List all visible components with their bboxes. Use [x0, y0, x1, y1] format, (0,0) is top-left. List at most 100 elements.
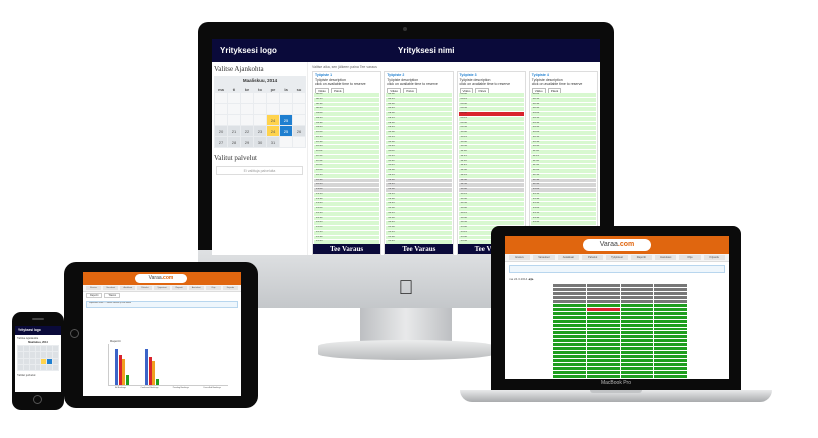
nav-item[interactable]: Raportit — [630, 255, 652, 260]
ipad-tab[interactable]: Tilastot — [104, 293, 120, 298]
time-slot[interactable]: 08:00 — [530, 93, 596, 97]
time-slot[interactable]: 08:45 — [314, 107, 380, 111]
time-slot[interactable]: 13:00 — [458, 188, 524, 192]
calendar-day[interactable]: 25 — [280, 115, 292, 125]
time-slot[interactable]: 12:00 — [386, 169, 452, 173]
table-cell[interactable] — [586, 319, 620, 323]
time-slot[interactable]: 11:15 — [386, 154, 452, 159]
time-slot[interactable]: 08:00 — [458, 93, 524, 97]
table-cell[interactable] — [586, 347, 620, 351]
ipad-nav-item[interactable]: Asetukset — [188, 286, 204, 290]
ipad-nav-item[interactable]: Raportit — [171, 286, 187, 290]
iphone-calendar-day[interactable] — [41, 352, 47, 358]
time-slot[interactable]: 11:15 — [530, 154, 596, 159]
time-slot[interactable]: 10:45 — [530, 145, 596, 149]
calendar-day[interactable]: 24 — [267, 115, 279, 125]
iphone-calendar-day[interactable] — [23, 358, 29, 364]
time-slot[interactable]: 12:45 — [530, 183, 596, 187]
table-cell[interactable] — [654, 339, 687, 343]
time-slot[interactable]: 12:00 — [458, 169, 524, 173]
time-slot[interactable]: 11:45 — [386, 164, 452, 168]
time-slot[interactable]: 15:00 — [386, 226, 452, 230]
time-slot[interactable]: 11:00 — [458, 150, 524, 154]
time-slot[interactable]: 10:30 — [314, 140, 380, 145]
table-cell[interactable] — [654, 335, 687, 339]
iphone-calendar-day[interactable] — [47, 364, 53, 370]
time-slot[interactable]: 15:00 — [314, 226, 380, 230]
calendar-day[interactable]: 25 — [280, 126, 292, 136]
time-slot[interactable]: 10:00 — [386, 131, 452, 135]
table-cell[interactable] — [553, 295, 586, 299]
table-cell[interactable] — [654, 319, 687, 323]
table-cell[interactable] — [553, 347, 586, 351]
ipad-nav-item[interactable]: Varaukset — [103, 286, 119, 290]
table-cell[interactable] — [553, 351, 586, 355]
table-cell[interactable] — [586, 371, 620, 375]
time-slot[interactable]: 10:45 — [386, 145, 452, 149]
calendar-day[interactable]: 27 — [215, 137, 227, 147]
time-slot[interactable]: 11:00 — [530, 150, 596, 154]
time-slot[interactable]: 13:15 — [314, 192, 380, 197]
table-cell[interactable] — [553, 367, 586, 371]
table-cell[interactable] — [620, 311, 654, 315]
calendar-day[interactable]: 22 — [241, 126, 253, 136]
table-cell[interactable] — [620, 331, 654, 335]
table-cell[interactable] — [620, 351, 654, 355]
table-cell[interactable] — [553, 307, 586, 311]
table-cell[interactable] — [553, 299, 586, 303]
time-slot[interactable]: 15:15 — [386, 230, 452, 235]
time-slot[interactable]: 13:15 — [458, 192, 524, 197]
time-slot[interactable]: 12:30 — [314, 178, 380, 183]
iphone-calendar-day[interactable] — [23, 352, 29, 358]
table-cell[interactable] — [553, 375, 586, 378]
iphone-calendar-day[interactable] — [47, 352, 53, 358]
time-slot[interactable]: 14:00 — [386, 207, 452, 211]
company-logo[interactable]: Yrityksesi logo — [220, 46, 277, 55]
table-cell[interactable] — [586, 307, 620, 311]
table-cell[interactable] — [620, 307, 654, 311]
iphone-calendar-day[interactable] — [53, 346, 58, 352]
time-slot[interactable]: 09:30 — [386, 121, 452, 126]
table-cell[interactable] — [620, 375, 654, 378]
time-slot[interactable]: 12:15 — [386, 173, 452, 178]
ipad-nav-item[interactable]: Kirjaudu — [222, 286, 238, 290]
table-cell[interactable] — [620, 367, 654, 371]
time-slot[interactable]: 12:00 — [530, 169, 596, 173]
time-slot[interactable]: 10:15 — [530, 135, 596, 140]
time-slot[interactable]: 12:30 — [386, 178, 452, 183]
table-cell[interactable] — [654, 363, 687, 367]
table-cell[interactable] — [553, 311, 586, 315]
time-slot[interactable]: 14:30 — [386, 216, 452, 221]
table-cell[interactable] — [654, 331, 687, 335]
calendar-day[interactable]: 28 — [228, 137, 240, 147]
table-cell[interactable] — [620, 327, 654, 331]
iphone-calendar-day[interactable] — [53, 364, 58, 370]
time-slot[interactable]: 10:30 — [458, 140, 524, 145]
time-slot[interactable]: 12:15 — [314, 173, 380, 178]
time-slot[interactable]: 13:30 — [530, 197, 596, 202]
table-cell[interactable] — [620, 335, 654, 339]
table-cell[interactable] — [620, 363, 654, 367]
time-slot[interactable]: 11:30 — [530, 159, 596, 164]
time-slot[interactable]: 11:30 — [386, 159, 452, 164]
time-slot[interactable]: 13:45 — [386, 202, 452, 206]
time-slot[interactable]: 10:15 — [458, 135, 524, 140]
calendar-day[interactable]: 31 — [267, 137, 279, 147]
calendar-day[interactable]: 29 — [241, 137, 253, 147]
time-slot[interactable]: 13:45 — [458, 202, 524, 206]
time-slot[interactable]: 13:30 — [458, 197, 524, 202]
table-cell[interactable] — [586, 311, 620, 315]
time-slot[interactable]: 10:45 — [458, 145, 524, 149]
table-cell[interactable] — [654, 299, 687, 303]
table-cell[interactable] — [620, 339, 654, 343]
time-slot[interactable]: 15:30 — [386, 235, 452, 240]
time-slot[interactable]: 14:45 — [314, 221, 380, 225]
table-cell[interactable] — [553, 355, 586, 359]
time-slot[interactable]: 11:45 — [314, 164, 380, 168]
nav-item[interactable]: Varaukset — [533, 255, 555, 260]
table-cell[interactable] — [553, 319, 586, 323]
table-cell[interactable] — [553, 363, 586, 367]
nav-item[interactable]: Etusivu — [509, 255, 531, 260]
time-slot[interactable]: 14:15 — [314, 211, 380, 216]
table-cell[interactable] — [586, 323, 620, 327]
